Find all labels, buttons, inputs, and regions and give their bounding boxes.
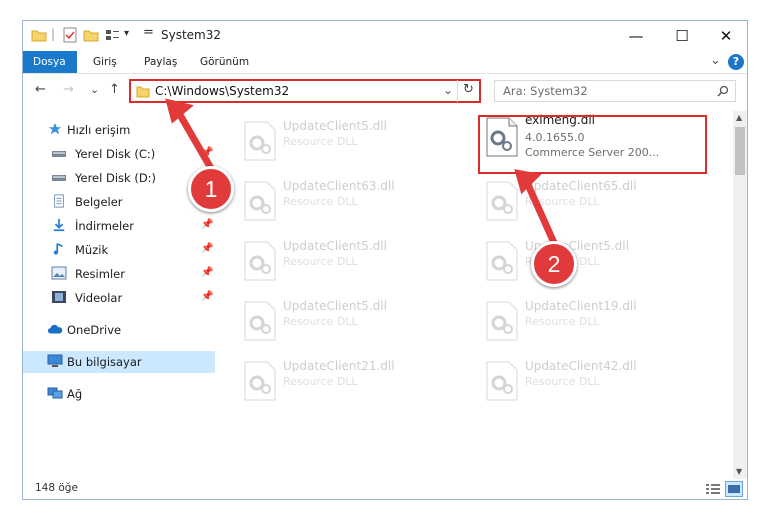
callout-step-1: 1 — [188, 166, 234, 212]
annotation-arrows — [165, 98, 559, 249]
callout-step-2: 2 — [531, 241, 577, 287]
